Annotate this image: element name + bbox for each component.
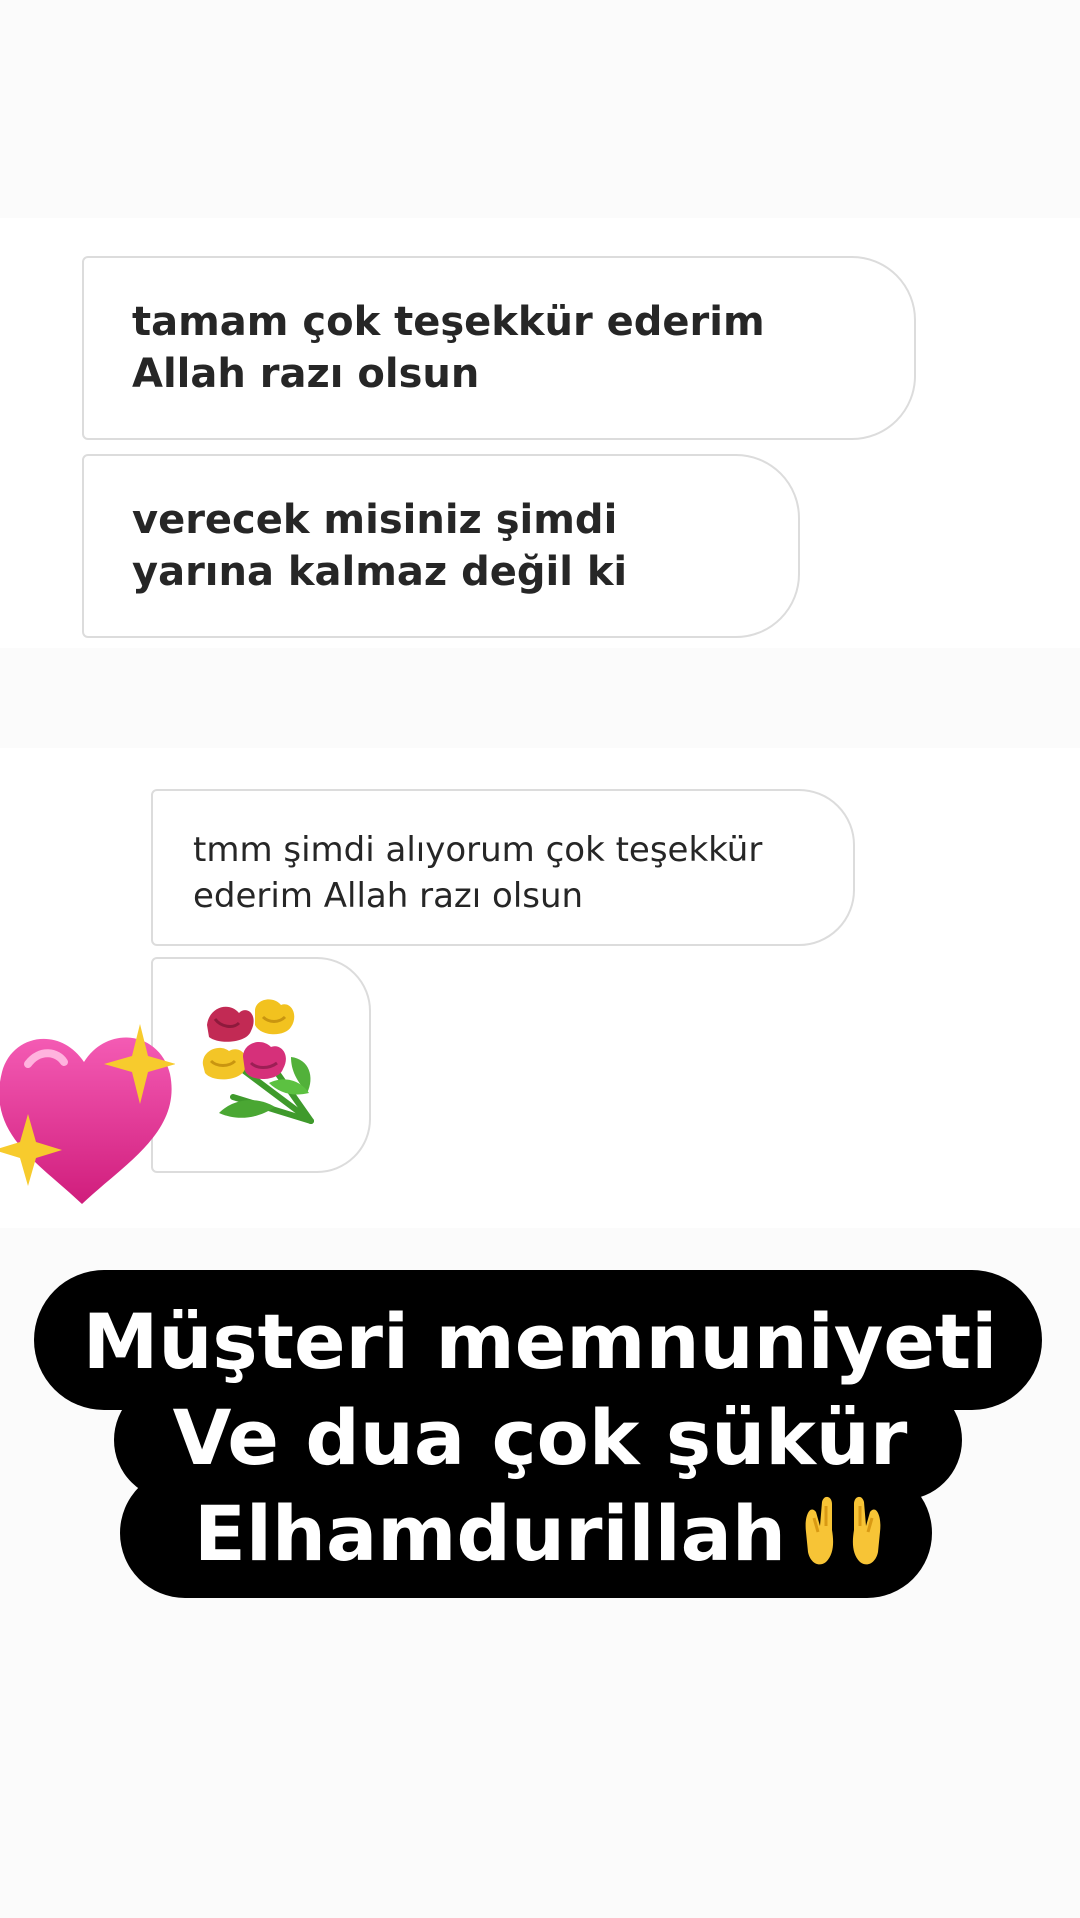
caption-line-3: Elhamdurillah bbox=[193, 1489, 787, 1578]
caption-line-2: Ve dua çok şükür bbox=[172, 1393, 908, 1482]
caption-overlay: Müşteri memnuniyeti Ve dua çok şükür Elh… bbox=[0, 0, 1080, 1918]
caption-line-3-wrapper: Elhamdurillah bbox=[0, 1488, 1080, 1580]
caption-line-1: Müşteri memnuniyeti bbox=[82, 1297, 998, 1386]
raised-hands-icon bbox=[805, 1496, 881, 1565]
